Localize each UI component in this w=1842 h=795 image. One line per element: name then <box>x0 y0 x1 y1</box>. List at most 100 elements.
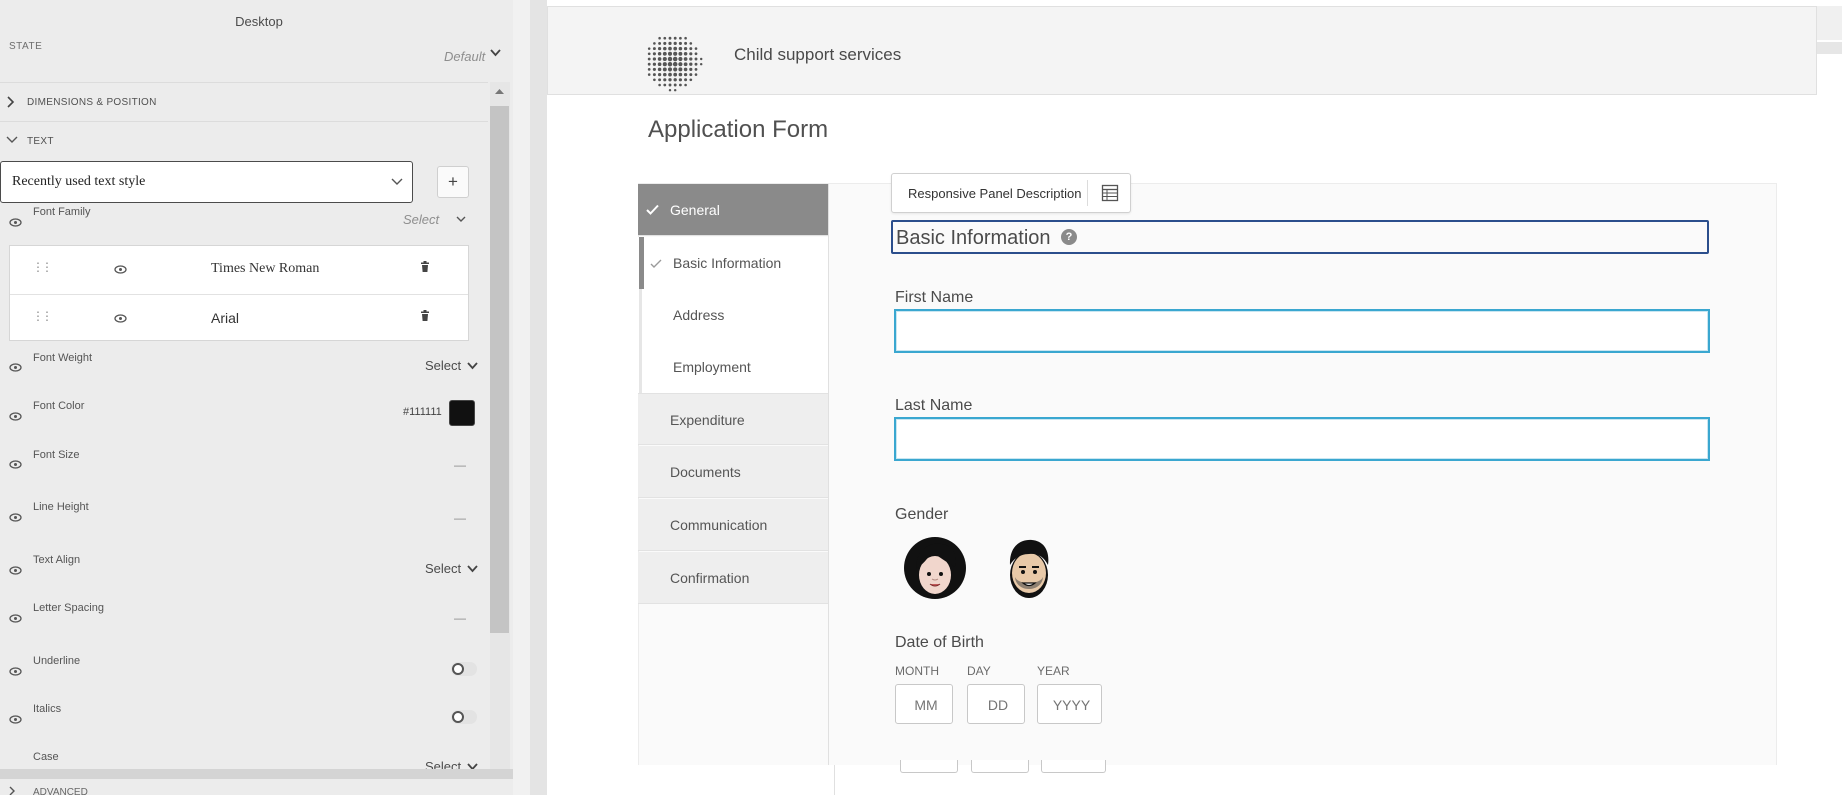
eye-icon[interactable] <box>9 218 22 227</box>
style-panel: Desktop STATE Default DIMENSIONS & POSIT… <box>0 0 513 795</box>
eye-icon[interactable] <box>9 566 22 575</box>
nav-item-documents[interactable]: Documents <box>638 446 828 498</box>
font-weight-select[interactable]: Select <box>425 358 461 373</box>
eye-icon[interactable] <box>9 412 22 421</box>
section-label: TEXT <box>27 136 54 147</box>
nav-item-general[interactable]: General <box>638 184 828 236</box>
nav-item-label: Address <box>673 307 725 323</box>
male-avatar-icon[interactable] <box>996 535 1062 601</box>
eye-icon[interactable] <box>9 614 22 623</box>
day-field[interactable] <box>967 684 1028 725</box>
chevron-down-icon[interactable] <box>467 565 478 573</box>
nav-item-address[interactable]: Address <box>638 289 828 341</box>
month-field[interactable] <box>895 684 956 725</box>
nav-item-label: Communication <box>670 517 768 533</box>
logo-dot <box>689 73 693 77</box>
nav-item-label: Confirmation <box>670 570 750 586</box>
toolbar-divider <box>1087 180 1088 206</box>
logo-dot <box>683 52 688 56</box>
panel-scrollbar-thumb[interactable] <box>490 106 509 633</box>
font-family-select[interactable]: Select <box>403 212 439 227</box>
chevron-down-icon[interactable] <box>467 362 478 370</box>
last-name-field[interactable] <box>894 417 1710 461</box>
eye-icon[interactable] <box>9 667 22 676</box>
italics-toggle[interactable] <box>451 710 477 724</box>
logo-dot <box>667 67 673 72</box>
logo-dot <box>668 78 672 82</box>
font-family-list: ⋮⋮ Times New Roman ⋮⋮ Arial <box>9 245 469 341</box>
chevron-right-icon[interactable] <box>8 786 16 795</box>
list-item[interactable]: ⋮⋮ Arial <box>10 294 468 342</box>
logo-dot <box>683 62 688 67</box>
chevron-up-icon[interactable] <box>494 88 505 95</box>
logo-dot <box>678 46 683 51</box>
logo-dot <box>668 72 672 77</box>
female-avatar-icon[interactable] <box>902 535 968 601</box>
state-label: STATE <box>9 41 43 52</box>
nav-item-label: General <box>670 202 720 218</box>
chevron-down-icon[interactable] <box>456 216 466 223</box>
font-color-value[interactable]: #111111 <box>403 406 442 418</box>
year-field[interactable] <box>1037 684 1105 725</box>
section-text[interactable]: TEXT <box>0 122 488 160</box>
font-family-label: Font Family <box>33 206 91 218</box>
nav-item-basic-information[interactable]: Basic Information <box>638 237 828 289</box>
first-name-field[interactable] <box>894 309 1710 353</box>
logo-dot <box>657 67 662 72</box>
logo-dot <box>667 51 673 56</box>
logo-dot <box>694 73 698 76</box>
trash-icon[interactable] <box>420 261 430 273</box>
check-icon <box>650 259 662 268</box>
last-name-input[interactable] <box>896 419 1708 459</box>
toggle-knob <box>452 663 464 675</box>
help-icon[interactable]: ? <box>1061 229 1077 245</box>
letter-spacing-label: Letter Spacing <box>33 602 104 614</box>
drag-handle-icon[interactable]: ⋮⋮ <box>32 309 53 323</box>
month-label: MONTH <box>895 664 939 678</box>
nav-item-expenditure[interactable]: Expenditure <box>638 393 828 445</box>
eye-icon[interactable] <box>9 513 22 522</box>
letter-spacing-input[interactable]: — <box>454 611 466 625</box>
logo-dot <box>662 51 667 56</box>
chevron-down-icon[interactable] <box>490 49 501 57</box>
first-name-input[interactable] <box>896 311 1708 351</box>
font-size-label: Font Size <box>33 449 80 461</box>
trash-icon[interactable] <box>420 310 430 322</box>
month-input[interactable] <box>896 685 956 725</box>
logo-dot <box>658 41 662 45</box>
table-icon[interactable] <box>1101 184 1119 202</box>
nav-item-employment[interactable]: Employment <box>638 341 828 393</box>
text-align-select[interactable]: Select <box>425 561 461 576</box>
drag-handle-icon[interactable]: ⋮⋮ <box>32 260 53 274</box>
eye-icon[interactable] <box>9 460 22 469</box>
panel-title: Desktop <box>235 14 283 29</box>
section-dimensions-position[interactable]: DIMENSIONS & POSITION <box>0 82 488 122</box>
eye-icon[interactable] <box>114 265 127 274</box>
state-dropdown[interactable]: Default <box>444 49 485 64</box>
font-color-swatch[interactable] <box>449 400 475 426</box>
component-toolbar-label[interactable]: Responsive Panel Description <box>908 186 1081 201</box>
gender-label: Gender <box>895 506 949 523</box>
underline-toggle[interactable] <box>451 662 477 676</box>
section-advanced-label[interactable]: ADVANCED <box>33 787 88 795</box>
list-item[interactable]: ⋮⋮ Times New Roman <box>10 246 468 293</box>
eye-icon[interactable] <box>9 715 22 724</box>
logo-dot <box>668 83 672 87</box>
panel-horizontal-scrollbar[interactable] <box>0 769 513 779</box>
logo-dot <box>679 83 682 87</box>
eye-icon[interactable] <box>9 363 22 372</box>
add-text-style-button[interactable]: + <box>437 166 469 198</box>
text-style-select-value: Recently used text style <box>12 174 146 189</box>
eye-icon[interactable] <box>114 314 127 323</box>
line-height-input[interactable]: — <box>454 511 466 525</box>
logo-dot <box>653 42 656 45</box>
year-input[interactable] <box>1038 685 1105 725</box>
chevron-down-icon <box>391 178 403 185</box>
day-input[interactable] <box>968 685 1028 725</box>
nav-item-communication[interactable]: Communication <box>638 499 828 551</box>
text-style-select[interactable]: Recently used text style <box>0 161 413 203</box>
logo-dot <box>668 46 672 51</box>
font-size-input[interactable]: — <box>454 458 466 472</box>
logo-dot <box>673 83 677 87</box>
nav-item-confirmation[interactable]: Confirmation <box>638 552 828 604</box>
